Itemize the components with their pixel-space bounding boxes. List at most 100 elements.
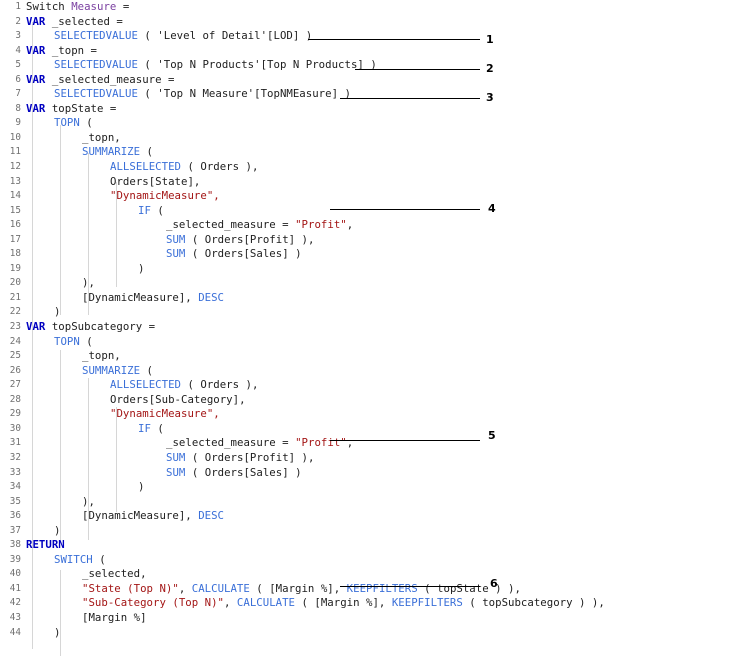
code-line[interactable]: 23 VAR topSubcategory =	[0, 320, 742, 335]
code-text[interactable]: "DynamicMeasure",	[110, 407, 220, 422]
code-text[interactable]: TOPN (	[54, 335, 93, 350]
code-text[interactable]: )	[54, 524, 60, 539]
code-text[interactable]: TOPN (	[54, 116, 93, 131]
code-line[interactable]: 30 IF (	[0, 422, 742, 437]
code-line[interactable]: 38 RETURN	[0, 538, 742, 553]
code-text[interactable]: VAR topSubcategory =	[26, 320, 155, 335]
code-text[interactable]: SUMMARIZE (	[82, 145, 153, 160]
code-text[interactable]: "DynamicMeasure",	[110, 189, 220, 204]
code-line[interactable]: 12 ALLSELECTED ( Orders ),	[0, 160, 742, 175]
code-line[interactable]: 25 _topn,	[0, 349, 742, 364]
code-text[interactable]: SELECTEDVALUE ( 'Level of Detail'[LOD] )	[54, 29, 312, 44]
annotation-number: 6	[490, 577, 498, 590]
code-line[interactable]: 10 _topn,	[0, 131, 742, 146]
code-line[interactable]: 35),	[0, 495, 742, 510]
code-text[interactable]: )	[54, 626, 60, 641]
code-text[interactable]: SWITCH (	[54, 553, 106, 568]
code-line[interactable]: 27 ALLSELECTED ( Orders ),	[0, 378, 742, 393]
code-line[interactable]: 37)	[0, 524, 742, 539]
code-token: [Top N Products]	[260, 58, 364, 72]
code-line[interactable]: 29 "DynamicMeasure",	[0, 407, 742, 422]
code-text[interactable]: VAR _topn =	[26, 44, 97, 59]
code-text[interactable]: Switch Measure =	[26, 0, 129, 15]
code-text[interactable]: VAR _selected =	[26, 15, 123, 30]
code-line[interactable]: 2 VAR _selected =	[0, 15, 742, 30]
code-text[interactable]: ),	[82, 495, 95, 510]
code-line[interactable]: 40 _selected,	[0, 567, 742, 582]
line-number: 33	[9, 466, 21, 478]
code-line[interactable]: 21 [DynamicMeasure], DESC	[0, 291, 742, 306]
code-line[interactable]: 19)	[0, 262, 742, 277]
code-line[interactable]: 9 TOPN (	[0, 116, 742, 131]
code-line[interactable]: 32 SUM ( Orders[Profit] ),	[0, 451, 742, 466]
code-line[interactable]: 8 VAR topState =	[0, 102, 742, 117]
code-text[interactable]: IF (	[138, 204, 164, 219]
code-line[interactable]: 24 TOPN (	[0, 335, 742, 350]
code-line[interactable]: 22)	[0, 305, 742, 320]
code-text[interactable]: SELECTEDVALUE ( 'Top N Products'[Top N P…	[54, 58, 377, 73]
code-text[interactable]: _topn,	[82, 349, 121, 364]
code-line[interactable]: 4 VAR _topn =	[0, 44, 742, 59]
code-text[interactable]: SUMMARIZE (	[82, 364, 153, 379]
code-text[interactable]: SELECTEDVALUE ( 'Top N Measure'[TopNMEas…	[54, 87, 351, 102]
code-line[interactable]: 1 Switch Measure =	[0, 0, 742, 15]
code-text[interactable]: )	[138, 480, 144, 495]
code-text[interactable]: _selected_measure = "Profit",	[166, 218, 353, 233]
code-line[interactable]: 42 "Sub-Category (Top N)", CALCULATE ( [M…	[0, 596, 742, 611]
code-text[interactable]: IF (	[138, 422, 164, 437]
code-text[interactable]: _selected,	[82, 567, 147, 582]
code-text[interactable]: Orders[Sub-Category],	[110, 393, 246, 408]
code-line[interactable]: 28 Orders[Sub-Category],	[0, 393, 742, 408]
code-line[interactable]: 5 SELECTEDVALUE ( 'Top N Products'[Top N …	[0, 58, 742, 73]
code-line[interactable]: 3 SELECTEDVALUE ( 'Level of Detail'[LOD] …	[0, 29, 742, 44]
code-line[interactable]: 41 "State (Top N)", CALCULATE ( [Margin %…	[0, 582, 742, 597]
code-token: topSubcategory =	[45, 320, 156, 334]
code-token: DESC	[198, 290, 225, 304]
code-text[interactable]: Orders[State],	[110, 175, 200, 190]
code-text[interactable]: [DynamicMeasure], DESC	[82, 291, 224, 306]
code-line[interactable]: 11 SUMMARIZE (	[0, 145, 742, 160]
code-token: "DynamicMeasure",	[110, 407, 220, 421]
code-text[interactable]: "Sub-Category (Top N)", CALCULATE ( [Mar…	[82, 596, 605, 611]
code-line[interactable]: 43 [Margin %]	[0, 611, 742, 626]
code-line[interactable]: 36 [DynamicMeasure], DESC	[0, 509, 742, 524]
code-line[interactable]: 20),	[0, 276, 742, 291]
code-line[interactable]: 39 SWITCH (	[0, 553, 742, 568]
code-line[interactable]: 7 SELECTEDVALUE ( 'Top N Measure'[TopNMEa…	[0, 87, 742, 102]
code-line[interactable]: 13 Orders[State],	[0, 175, 742, 190]
code-line[interactable]: 44)	[0, 626, 742, 641]
code-line[interactable]: 15 IF (	[0, 204, 742, 219]
code-text[interactable]: ),	[82, 276, 95, 291]
dax-code-editor[interactable]: 1 Switch Measure = 2 VAR _selected = 3 SELECT…	[0, 0, 742, 656]
code-text[interactable]: [DynamicMeasure], DESC	[82, 509, 224, 524]
code-line[interactable]: 16 _selected_measure = "Profit",	[0, 218, 742, 233]
code-line[interactable]: 34)	[0, 480, 742, 495]
code-text[interactable]: [Margin %]	[82, 611, 147, 626]
code-text[interactable]: ALLSELECTED ( Orders ),	[110, 378, 258, 393]
code-text[interactable]: RETURN	[26, 538, 65, 553]
code-text[interactable]: _selected_measure = "Profit",	[166, 436, 353, 451]
code-text[interactable]: VAR _selected_measure =	[26, 73, 174, 88]
annotation-leader-line	[330, 209, 480, 210]
code-text[interactable]: SUM ( Orders[Sales] )	[166, 247, 302, 262]
code-text[interactable]: VAR topState =	[26, 102, 116, 117]
code-text[interactable]: SUM ( Orders[Profit] ),	[166, 233, 314, 248]
code-line[interactable]: 14 "DynamicMeasure",	[0, 189, 742, 204]
code-text[interactable]: )	[54, 305, 60, 320]
line-number: 41	[9, 582, 21, 594]
code-text[interactable]: _topn,	[82, 131, 121, 146]
code-token: ( Orders[Profit] ),	[185, 450, 315, 464]
code-text[interactable]: SUM ( Orders[Profit] ),	[166, 451, 314, 466]
code-line[interactable]: 17 SUM ( Orders[Profit] ),	[0, 233, 742, 248]
code-line[interactable]: 18 SUM ( Orders[Sales] )	[0, 247, 742, 262]
code-text[interactable]: SUM ( Orders[Sales] )	[166, 466, 302, 481]
code-line[interactable]: 33 SUM ( Orders[Sales] )	[0, 466, 742, 481]
code-line[interactable]: 6 VAR _selected_measure =	[0, 73, 742, 88]
code-text[interactable]: "State (Top N)", CALCULATE ( [Margin %],…	[82, 582, 521, 597]
code-token: SUMMARIZE	[82, 145, 141, 159]
code-text[interactable]: )	[138, 262, 144, 277]
code-line[interactable]: 26 SUMMARIZE (	[0, 364, 742, 379]
code-text[interactable]: ALLSELECTED ( Orders ),	[110, 160, 258, 175]
code-line[interactable]: 31 _selected_measure = "Profit",	[0, 436, 742, 451]
code-token: _topn =	[45, 43, 98, 57]
